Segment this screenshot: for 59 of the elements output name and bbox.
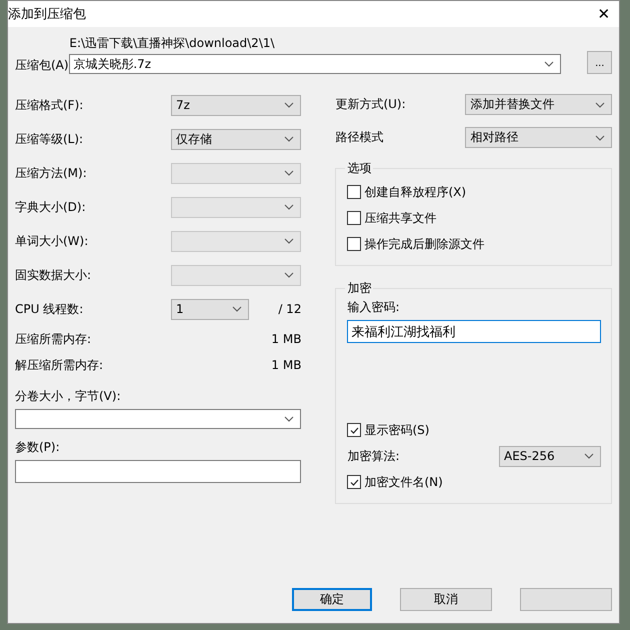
chevron-down-icon bbox=[284, 272, 294, 278]
checkbox-label: 操作完成后删除源文件 bbox=[364, 236, 484, 252]
group-title: 加密 bbox=[346, 280, 372, 297]
checkbox[interactable] bbox=[347, 237, 362, 251]
thread-count-text: / 12 bbox=[278, 302, 302, 316]
field-label: 解压缩所需内存: bbox=[15, 356, 104, 374]
checkbox-label: 加密文件名(N) bbox=[364, 474, 443, 490]
dropdown[interactable]: AES-256 bbox=[499, 446, 601, 466]
checkbox[interactable] bbox=[347, 185, 362, 199]
archive-name-field[interactable]: 京城关晓彤.7z bbox=[69, 54, 562, 74]
group-title: 选项 bbox=[346, 160, 372, 177]
parameters-field[interactable] bbox=[15, 460, 302, 483]
close-button[interactable]: ✕ bbox=[589, 5, 619, 23]
dropdown[interactable]: 仅存储 bbox=[171, 128, 302, 150]
dropdown[interactable]: 添加并替换文件 bbox=[465, 94, 612, 115]
chevron-down-icon bbox=[232, 306, 242, 312]
field-label: 分卷大小，字节(V): bbox=[15, 388, 122, 405]
chevron-down-icon bbox=[284, 238, 294, 244]
dropdown[interactable]: 相对路径 bbox=[465, 127, 612, 148]
chevron-down-icon bbox=[284, 204, 294, 210]
chevron-down-icon bbox=[284, 170, 294, 176]
chevron-down-icon bbox=[584, 453, 594, 459]
dropdown[interactable]: 1 bbox=[171, 298, 249, 320]
browse-button[interactable]: ... bbox=[587, 51, 612, 74]
memory-value: 1 MB bbox=[271, 358, 302, 372]
field-label: 更新方式(U): bbox=[335, 96, 407, 113]
field-label: 路径模式 bbox=[335, 129, 384, 146]
field-label: 加密算法: bbox=[347, 448, 400, 464]
dialog-button[interactable]: 确定 bbox=[292, 588, 372, 611]
chevron-down-icon bbox=[544, 61, 554, 67]
chevron-down-icon bbox=[595, 134, 605, 140]
field-label: 压缩所需内存: bbox=[15, 330, 92, 348]
chevron-down-icon bbox=[595, 102, 605, 108]
password-field[interactable]: 来福利江湖找福利 bbox=[347, 320, 601, 343]
archive-path: E:\迅雷下载\直播神探\download\2\1\ bbox=[69, 35, 276, 52]
field-label: 压缩包(A) bbox=[15, 57, 70, 74]
checkbox-label: 创建自释放程序(X) bbox=[364, 184, 466, 200]
field-label: 压缩方法(M): bbox=[15, 164, 88, 182]
dropdown[interactable]: 7z bbox=[171, 94, 302, 116]
chevron-down-icon bbox=[284, 102, 294, 108]
memory-value: 1 MB bbox=[271, 332, 302, 346]
field-label: 参数(P): bbox=[15, 439, 61, 456]
checkbox-label: 压缩共享文件 bbox=[364, 210, 436, 226]
chevron-down-icon bbox=[284, 416, 294, 422]
dialog-button[interactable]: 取消 bbox=[400, 588, 492, 611]
field-label: 压缩格式(F): bbox=[15, 96, 84, 114]
field-label: 单词大小(W): bbox=[15, 232, 90, 250]
field-label: CPU 线程数: bbox=[15, 300, 84, 318]
checkbox-label: 显示密码(S) bbox=[364, 422, 430, 438]
field-label: 输入密码: bbox=[347, 300, 400, 314]
window-title: 添加到压缩包 bbox=[8, 6, 86, 23]
field-label: 压缩等级(L): bbox=[15, 130, 84, 148]
chevron-down-icon bbox=[284, 136, 294, 142]
field-label: 固实数据大小: bbox=[15, 266, 92, 284]
checkbox[interactable] bbox=[347, 423, 362, 437]
checkbox[interactable] bbox=[347, 475, 362, 489]
field-label: 字典大小(D): bbox=[15, 198, 87, 216]
checkbox[interactable] bbox=[347, 211, 362, 225]
volume-size-field[interactable] bbox=[15, 409, 302, 429]
